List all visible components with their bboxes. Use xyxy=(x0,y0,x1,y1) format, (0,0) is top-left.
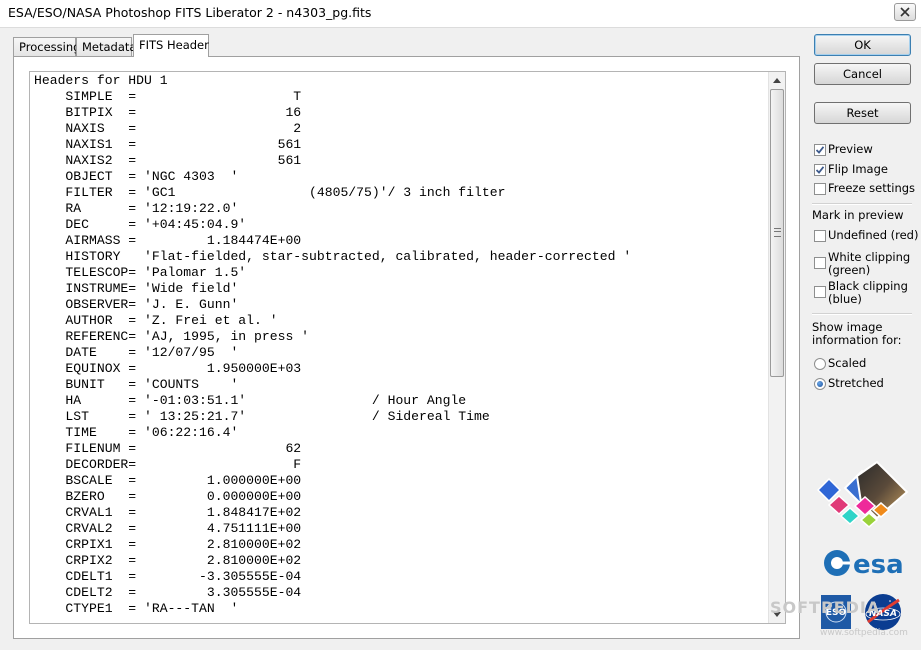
tab-label: Metadata xyxy=(82,40,137,54)
freeze-settings-checkbox[interactable] xyxy=(814,183,826,195)
black-clipping-label-line2: (blue) xyxy=(828,292,862,306)
tab-label: Processing xyxy=(19,40,81,54)
esa-logo: esa xyxy=(824,550,904,580)
vertical-scrollbar[interactable] xyxy=(768,72,785,623)
undefined-red-label: Undefined (red) xyxy=(828,228,919,242)
tab-fits-header[interactable]: FITS Header xyxy=(133,34,209,57)
flip-image-checkbox[interactable] xyxy=(814,164,826,176)
tab-metadata[interactable]: Metadata xyxy=(76,37,136,56)
white-clipping-checkbox[interactable] xyxy=(814,257,826,269)
softpedia-url: www.softpedia.com xyxy=(820,628,908,638)
scaled-label: Scaled xyxy=(828,356,867,370)
tab-processing[interactable]: Processing xyxy=(13,37,80,56)
tab-label: FITS Header xyxy=(139,38,209,52)
black-clipping-checkbox[interactable] xyxy=(814,286,826,298)
radio-selected-dot xyxy=(817,381,823,387)
fits-header-textbox[interactable]: Headers for HDU 1 SIMPLE = T BITPIX = 16… xyxy=(29,71,786,624)
stretched-label: Stretched xyxy=(828,376,884,390)
fits-liberator-logo xyxy=(816,460,909,528)
scrollbar-thumb[interactable] xyxy=(770,89,784,377)
checkmark-icon xyxy=(816,166,824,174)
fits-header-text: Headers for HDU 1 SIMPLE = T BITPIX = 16… xyxy=(34,73,632,616)
flip-image-label: Flip Image xyxy=(828,162,888,176)
close-button[interactable] xyxy=(894,3,916,21)
freeze-settings-label: Freeze settings xyxy=(828,181,916,195)
scaled-radio[interactable] xyxy=(814,358,826,370)
white-clipping-label-line2: (green) xyxy=(828,263,871,277)
separator xyxy=(812,313,912,315)
tab-panel: Headers for HDU 1 SIMPLE = T BITPIX = 16… xyxy=(13,56,800,639)
reset-button[interactable]: Reset xyxy=(814,102,911,124)
preview-checkbox[interactable] xyxy=(814,144,826,156)
stretched-radio[interactable] xyxy=(814,378,826,390)
esa-logo-text: esa xyxy=(853,550,904,580)
show-info-heading-line2: information for: xyxy=(812,333,902,347)
cancel-button[interactable]: Cancel xyxy=(814,63,911,85)
scroll-up-button[interactable] xyxy=(769,72,785,89)
softpedia-watermark: SOFTPEDIA xyxy=(770,598,881,617)
checkmark-icon xyxy=(816,146,824,154)
grip-icon xyxy=(774,228,781,237)
close-icon xyxy=(900,7,910,17)
arrow-up-icon xyxy=(773,78,781,83)
undefined-red-checkbox[interactable] xyxy=(814,230,826,242)
mark-in-preview-heading: Mark in preview xyxy=(812,208,904,222)
window-title: ESA/ESO/NASA Photoshop FITS Liberator 2 … xyxy=(8,5,372,20)
ok-button[interactable]: OK xyxy=(814,34,911,56)
preview-label: Preview xyxy=(828,142,873,156)
separator xyxy=(812,203,912,205)
title-bar: ESA/ESO/NASA Photoshop FITS Liberator 2 … xyxy=(0,0,921,28)
